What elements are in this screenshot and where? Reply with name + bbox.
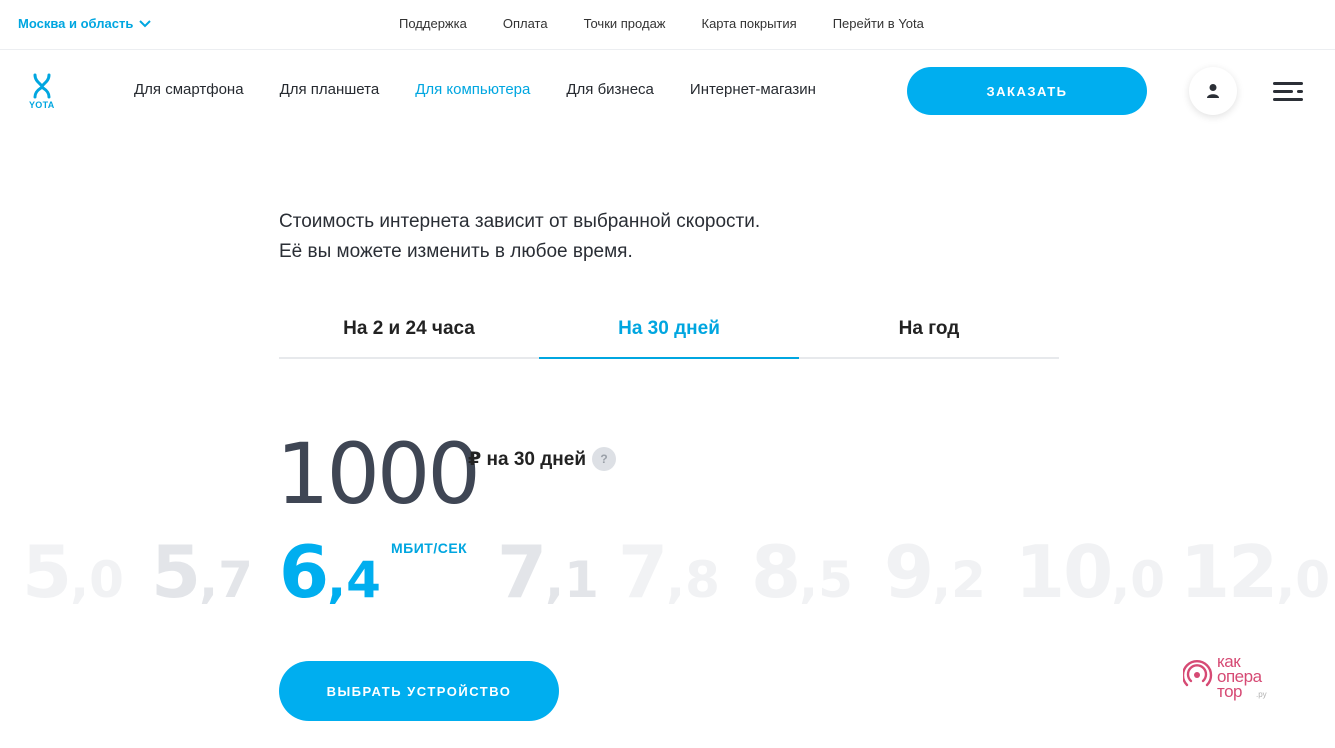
nav-item-tablet[interactable]: Для планшета: [280, 81, 380, 98]
speed-option-selected[interactable]: 6,4: [279, 530, 381, 614]
nav-item-computer[interactable]: Для компьютера: [415, 81, 530, 98]
speed-option[interactable]: 7,8: [618, 530, 720, 614]
nav-item-business[interactable]: Для бизнеса: [566, 81, 654, 98]
period-tabs: На 2 и 24 часа На 30 дней На год: [279, 310, 1059, 359]
tab-2-24-hours[interactable]: На 2 и 24 часа: [279, 310, 539, 357]
user-account-button[interactable]: [1189, 67, 1237, 115]
watermark-suffix: .ру: [1256, 690, 1267, 699]
tab-year[interactable]: На год: [799, 310, 1059, 357]
tab-30-days[interactable]: На 30 дней: [539, 310, 799, 359]
order-button[interactable]: ЗАКАЗАТЬ: [907, 67, 1147, 115]
help-icon[interactable]: ?: [592, 447, 616, 471]
nav-item-smartphone[interactable]: Для смартфона: [134, 81, 244, 98]
speed-option[interactable]: 10,0: [1015, 530, 1165, 614]
top-link-payment[interactable]: Оплата: [503, 16, 548, 31]
top-links: Поддержка Оплата Точки продаж Карта покр…: [399, 16, 924, 31]
top-link-go-to-yota[interactable]: Перейти в Yota: [833, 16, 924, 31]
top-link-sale-points[interactable]: Точки продаж: [584, 16, 666, 31]
nav-item-shop[interactable]: Интернет-магазин: [690, 81, 816, 98]
region-selector[interactable]: Москва и область: [18, 16, 152, 31]
top-link-support[interactable]: Поддержка: [399, 16, 467, 31]
intro-line-1: Стоимость интернета зависит от выбранной…: [279, 211, 761, 232]
speed-option[interactable]: 12,0: [1180, 530, 1330, 614]
price-unit: ₽ на 30 дней: [468, 449, 587, 470]
intro-text: Стоимость интернета зависит от выбранной…: [279, 207, 760, 267]
speed-option[interactable]: 8,5: [751, 530, 853, 614]
user-icon: [1207, 84, 1219, 98]
top-bar: Москва и область Поддержка Оплата Точки …: [0, 0, 1335, 50]
speed-selector: 5,0 5,7 6,4 7,1 7,8 8,5 9,2 10,0 12,0: [0, 530, 1335, 620]
speed-option[interactable]: 5,0: [22, 530, 124, 614]
speed-unit: МБИТ/СЕК: [391, 540, 468, 556]
price-value: 1000: [276, 425, 481, 523]
choose-device-button[interactable]: ВЫБРАТЬ УСТРОЙСТВО: [279, 661, 559, 721]
main-nav: Для смартфона Для планшета Для компьютер…: [134, 81, 816, 98]
logo-text: YOTA: [29, 100, 55, 110]
hamburger-menu-icon[interactable]: [1270, 80, 1306, 104]
intro-line-2: Её вы можете изменить в любое время.: [279, 241, 633, 262]
speed-option[interactable]: 5,7: [151, 530, 253, 614]
speed-option[interactable]: 7,1: [497, 530, 599, 614]
chevron-down-icon: [139, 19, 152, 27]
top-link-coverage-map[interactable]: Карта покрытия: [702, 16, 797, 31]
region-label: Москва и область: [18, 16, 134, 31]
watermark-text: как опера тор: [1217, 652, 1262, 701]
speed-option[interactable]: 9,2: [884, 530, 986, 614]
